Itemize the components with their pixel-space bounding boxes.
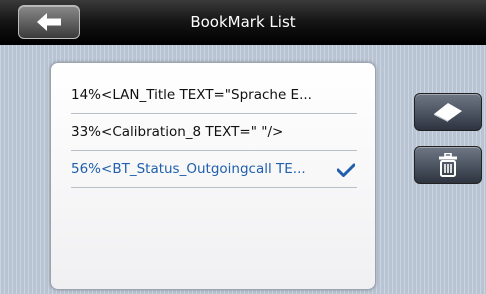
list-item[interactable]: 33%<Calibration_8 TEXT=" "/> (71, 114, 361, 151)
list-item[interactable]: 14%<LAN_Title TEXT="Sprache E... (71, 77, 361, 114)
title-bar: BookMark List (0, 0, 486, 45)
row-divider (71, 187, 357, 188)
delete-button[interactable] (414, 146, 482, 184)
page-title: BookMark List (190, 13, 296, 31)
trash-icon (439, 153, 457, 177)
list-item-selected[interactable]: 56%<BT_Status_Outgoingcall TE... (71, 151, 341, 188)
eraser-icon (434, 103, 462, 122)
clear-button[interactable] (414, 93, 482, 131)
bookmark-list: 14%<LAN_Title TEXT="Sprache E... 33%<Cal… (50, 62, 376, 290)
checkmark-icon (337, 163, 355, 177)
